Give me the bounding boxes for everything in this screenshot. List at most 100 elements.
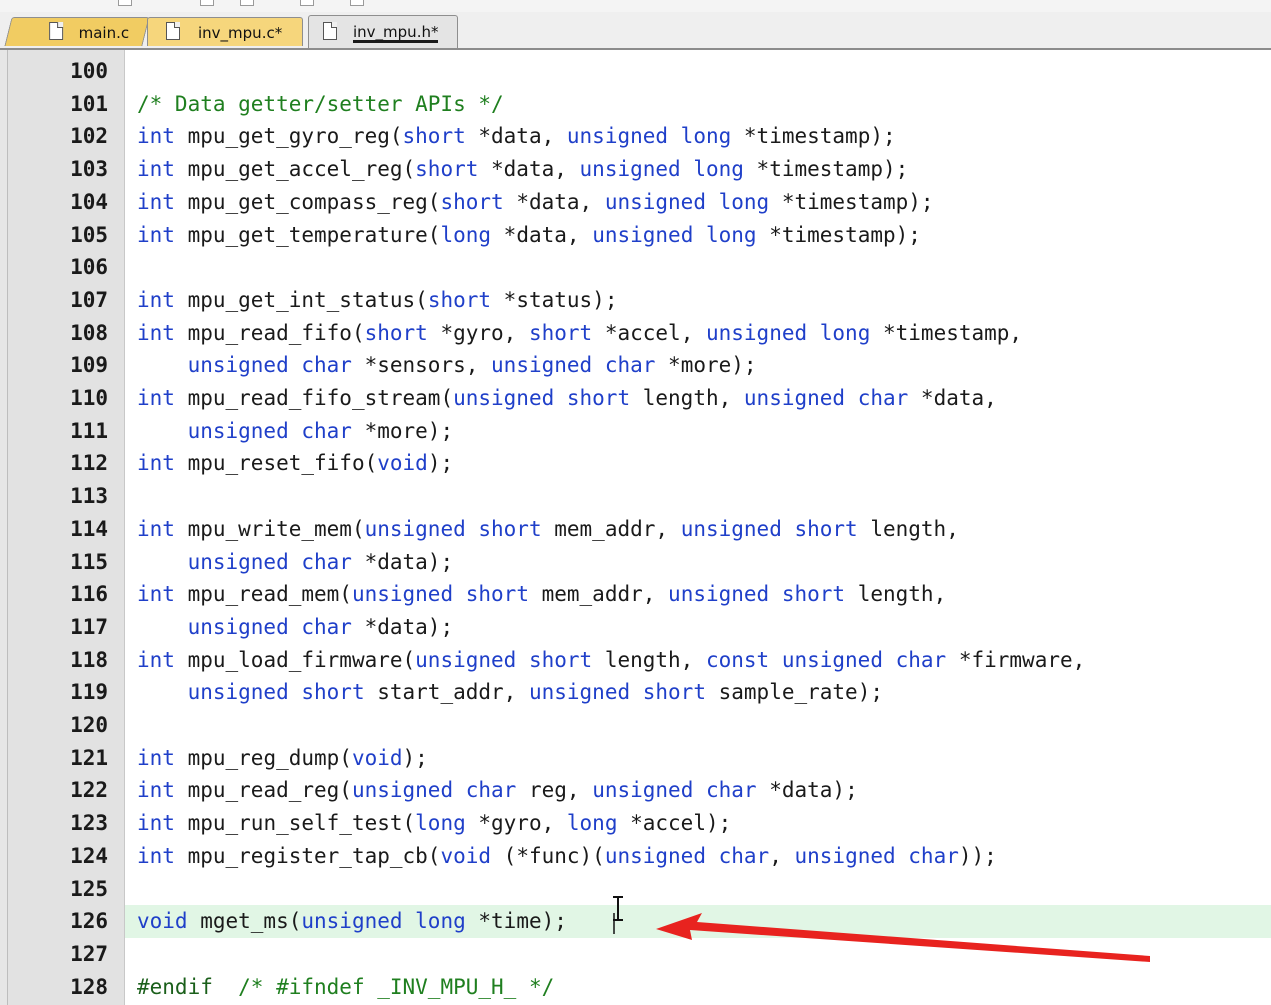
code-line[interactable]: 100 bbox=[0, 55, 1271, 88]
code-token: mpu_get_accel_reg( bbox=[174, 157, 416, 182]
toolbar-icon[interactable] bbox=[350, 0, 364, 6]
code-token: *timestamp); bbox=[769, 189, 934, 214]
code-line[interactable]: 120 bbox=[0, 709, 1271, 742]
code-text: unsigned char *data); bbox=[137, 546, 454, 579]
code-text: /* Data getter/setter APIs */ bbox=[137, 88, 504, 121]
code-line[interactable]: 112 int mpu_reset_fifo(void); bbox=[0, 447, 1271, 480]
code-token: mpu_run_self_test( bbox=[174, 811, 416, 836]
tab-inv-mpu-c[interactable]: inv_mpu.c* bbox=[147, 17, 303, 46]
code-line[interactable]: 124 int mpu_register_tap_cb(void (*func)(… bbox=[0, 840, 1271, 873]
code-line[interactable]: 102 int mpu_get_gyro_reg(short *data, uns… bbox=[0, 120, 1271, 153]
tab-inv-mpu-h[interactable]: inv_mpu.h* bbox=[308, 15, 458, 48]
code-token: *status); bbox=[491, 287, 618, 312]
line-number: 113 bbox=[70, 484, 108, 509]
line-number: 115 bbox=[70, 549, 108, 574]
line-number: 100 bbox=[70, 59, 108, 83]
toolbar-icon[interactable] bbox=[240, 0, 254, 6]
code-token: *timestamp, bbox=[870, 320, 1023, 345]
keyword-token: short bbox=[402, 124, 466, 149]
code-token: *data); bbox=[351, 549, 454, 574]
code-token: mpu_write_mem( bbox=[174, 516, 365, 541]
code-line[interactable]: 101 /* Data getter/setter APIs */ bbox=[0, 88, 1271, 121]
code-text: int mpu_write_mem(unsigned short mem_add… bbox=[137, 513, 959, 546]
line-number: 124 bbox=[70, 843, 108, 868]
preprocessor-token: #endif bbox=[137, 974, 213, 999]
keyword-token: unsigned long bbox=[604, 189, 770, 214]
code-line[interactable]: 104 int mpu_get_compass_reg(short *data, … bbox=[0, 186, 1271, 219]
code-line[interactable]: 121 int mpu_reg_dump(void); bbox=[0, 742, 1271, 775]
code-line[interactable]: 111 unsigned char *more); bbox=[0, 415, 1271, 448]
toolbar-icon[interactable] bbox=[200, 0, 214, 6]
keyword-token: int bbox=[137, 843, 175, 868]
line-number: 104 bbox=[70, 189, 108, 214]
code-line[interactable]: 110 int mpu_read_fifo_stream(unsigned sho… bbox=[0, 382, 1271, 415]
code-token: *gyro, bbox=[427, 320, 529, 345]
keyword-token: int bbox=[137, 189, 175, 214]
toolbar-icon[interactable] bbox=[300, 0, 314, 6]
code-line[interactable]: 109 unsigned char *sensors, unsigned cha… bbox=[0, 349, 1271, 382]
line-number: 122 bbox=[70, 778, 108, 803]
code-line[interactable]: 107 int mpu_get_int_status(short *status)… bbox=[0, 284, 1271, 317]
code-token: mpu_get_compass_reg( bbox=[174, 189, 441, 214]
keyword-token: void bbox=[137, 909, 188, 934]
line-number: 110 bbox=[70, 386, 108, 410]
code-token: *data, bbox=[465, 124, 567, 149]
keyword-token: unsigned short bbox=[680, 516, 858, 541]
line-number: 123 bbox=[70, 811, 108, 836]
line-number: 125 bbox=[70, 876, 108, 901]
code-token: length, bbox=[630, 386, 744, 410]
code-line[interactable]: 105 int mpu_get_temperature(long *data, u… bbox=[0, 219, 1271, 252]
keyword-token: const unsigned char bbox=[705, 647, 947, 672]
keyword-token: unsigned char bbox=[187, 353, 352, 378]
code-line[interactable]: 122 int mpu_read_reg(unsigned char reg, u… bbox=[0, 774, 1271, 807]
code-text: int mpu_get_temperature(long *data, unsi… bbox=[137, 219, 921, 252]
keyword-token: unsigned long bbox=[566, 124, 732, 149]
line-number: 107 bbox=[70, 287, 108, 312]
keyword-token: short bbox=[427, 287, 492, 312]
code-token: mpu_get_int_status( bbox=[174, 287, 428, 312]
code-line[interactable]: 115 unsigned char *data); bbox=[0, 546, 1271, 579]
keyword-token: int bbox=[137, 778, 175, 803]
tab-main-c[interactable]: main.c bbox=[4, 17, 150, 46]
code-token: mpu_read_mem( bbox=[174, 582, 352, 607]
code-token: *data); bbox=[756, 778, 858, 803]
code-line[interactable]: 116 int mpu_read_mem(unsigned short mem_a… bbox=[0, 578, 1271, 611]
file-icon bbox=[49, 22, 64, 40]
code-line[interactable]: 127 bbox=[0, 938, 1271, 971]
code-token: length, bbox=[592, 647, 706, 672]
keyword-token: long bbox=[566, 811, 618, 836]
keyword-token: unsigned char bbox=[592, 778, 757, 803]
code-text: int mpu_read_mem(unsigned short mem_addr… bbox=[137, 578, 946, 611]
code-text: int mpu_get_int_status(short *status); bbox=[137, 284, 617, 317]
keyword-token: void bbox=[440, 843, 492, 868]
line-number: 120 bbox=[70, 713, 108, 737]
keyword-token: unsigned long bbox=[579, 157, 744, 182]
line-number: 114 bbox=[70, 516, 108, 541]
keyword-token: int bbox=[137, 451, 175, 476]
code-token: *more); bbox=[655, 353, 757, 378]
keyword-token: void bbox=[351, 745, 403, 770]
line-number: 106 bbox=[70, 255, 108, 280]
keyword-token: unsigned short bbox=[415, 647, 593, 672]
toolbar-icon[interactable] bbox=[118, 0, 132, 6]
code-line[interactable]: 108 int mpu_read_fifo(short *gyro, short … bbox=[0, 317, 1271, 350]
file-icon bbox=[323, 22, 337, 40]
keyword-token: int bbox=[137, 287, 175, 312]
keyword-token: short bbox=[528, 320, 593, 345]
code-line[interactable]: 119 unsigned short start_addr, unsigned … bbox=[0, 676, 1271, 709]
code-line[interactable]: 125 bbox=[0, 873, 1271, 906]
keyword-token: unsigned long bbox=[592, 222, 757, 247]
code-token: mpu_read_fifo( bbox=[174, 320, 365, 345]
code-line[interactable]: 103 int mpu_get_accel_reg(short *data, un… bbox=[0, 153, 1271, 186]
code-line[interactable]: 114 int mpu_write_mem(unsigned short mem_… bbox=[0, 513, 1271, 546]
code-line[interactable]: 113 bbox=[0, 480, 1271, 513]
tab-bar: main.c inv_mpu.c* inv_mpu.h* bbox=[0, 12, 1271, 50]
code-line[interactable]: 123 int mpu_run_self_test(long *gyro, lon… bbox=[0, 807, 1271, 840]
code-line-highlighted[interactable]: 126 void mget_ms(unsigned long *time); bbox=[0, 905, 1271, 939]
keyword-token: void bbox=[377, 451, 428, 476]
code-line[interactable]: 128 #endif /* #ifndef _INV_MPU_H_ */ bbox=[0, 971, 1271, 1004]
code-line[interactable]: 106 bbox=[0, 251, 1271, 284]
code-token: *timestamp); bbox=[756, 222, 921, 247]
code-line[interactable]: 118 int mpu_load_firmware(unsigned short … bbox=[0, 644, 1271, 677]
code-line[interactable]: 117 unsigned char *data); bbox=[0, 611, 1271, 644]
